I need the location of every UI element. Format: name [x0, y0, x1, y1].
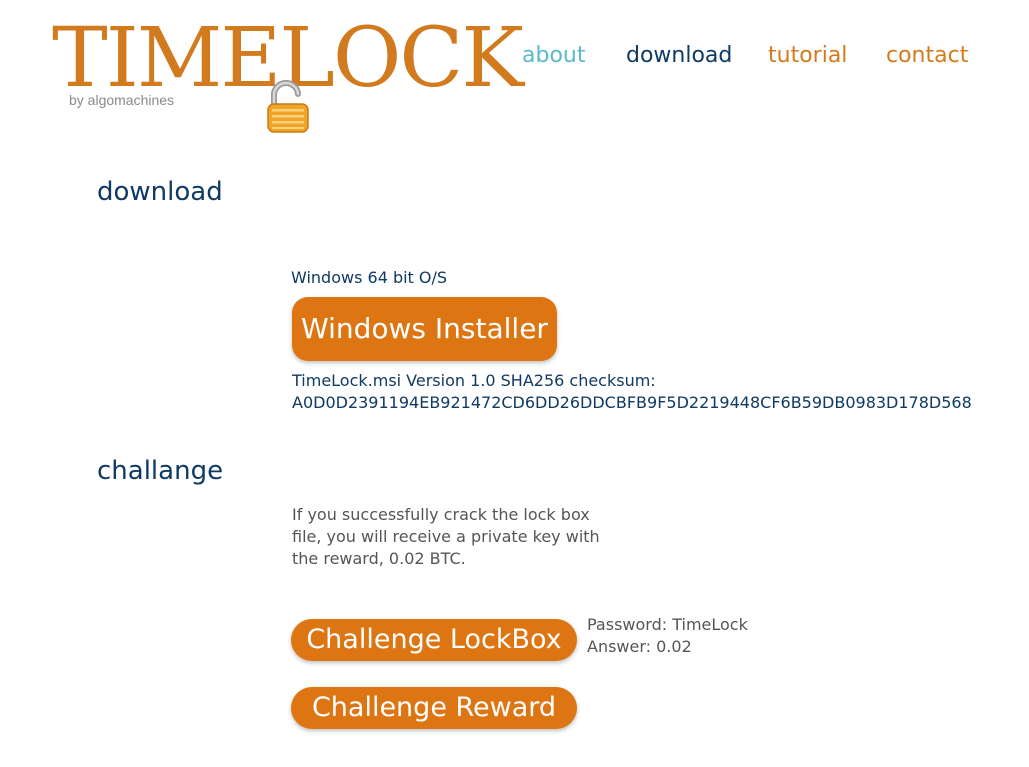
answer-text: Answer: 0.02	[587, 637, 692, 656]
download-heading: download	[97, 177, 223, 207]
nav-contact[interactable]: contact	[886, 42, 968, 70]
logo[interactable]: TIMELOCK by algomachines	[52, 18, 524, 138]
checksum-info: TimeLock.msi Version 1.0 SHA256 checksum…	[292, 370, 972, 414]
nav-download[interactable]: download	[626, 42, 732, 70]
checksum-value: A0D0D2391194EB921472CD6DD26DDCBFB9F5D221…	[292, 393, 972, 412]
padlock-icon	[267, 80, 309, 133]
challenge-description: If you successfully crack the lock box f…	[292, 505, 600, 568]
nav-about[interactable]: about	[522, 42, 585, 70]
challenge-lockbox-button[interactable]: Challenge LockBox	[291, 619, 577, 661]
checksum-label: TimeLock.msi Version 1.0 SHA256 checksum…	[292, 371, 656, 390]
logo-subtitle: by algomachines	[69, 92, 175, 108]
password-text: Password: TimeLock	[587, 615, 748, 634]
password-info: Password: TimeLock Answer: 0.02	[587, 614, 748, 658]
os-label: Windows 64 bit O/S	[291, 268, 448, 287]
windows-installer-button[interactable]: Windows Installer	[292, 297, 557, 361]
nav-tutorial[interactable]: tutorial	[768, 42, 847, 70]
challenge-reward-button[interactable]: Challenge Reward	[291, 687, 577, 729]
challenge-heading: challange	[97, 456, 224, 486]
